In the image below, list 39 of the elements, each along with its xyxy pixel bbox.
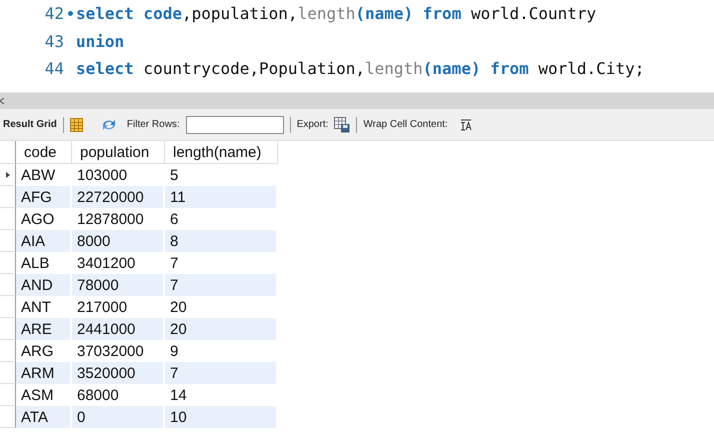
line-number: 43: [44, 32, 64, 51]
table-cell: ARE: [16, 318, 72, 340]
table-cell: 20: [165, 318, 278, 340]
column-header[interactable]: length(name): [165, 141, 278, 164]
table-cell: AIA: [16, 230, 72, 252]
row-header[interactable]: [0, 164, 16, 186]
table-cell: 8000: [72, 230, 165, 252]
table-cell: AFG: [16, 186, 72, 208]
line-number: 44: [44, 59, 64, 78]
wrap-cell-content-label: Wrap Cell Content:: [363, 119, 448, 130]
export-label: Export:: [296, 119, 328, 130]
table-cell: 0: [72, 406, 165, 428]
table-cell: 8: [165, 230, 278, 252]
table-cell: 11: [165, 186, 278, 208]
column-header[interactable]: code: [16, 141, 72, 164]
table-cell: ARM: [16, 362, 72, 384]
collapse-icon[interactable]: [0, 98, 5, 104]
table-cell: AND: [16, 274, 72, 296]
code-line: select countrycode,Population,length(name) from world.City;: [76, 59, 644, 78]
result-grid-label: Result Grid: [3, 119, 57, 130]
code-line: select code,population,length(name) from world.Country: [76, 4, 596, 24]
table-cell: 22720000: [72, 186, 165, 208]
filter-rows-label: Filter Rows:: [126, 119, 180, 130]
table-cell: 10: [165, 406, 278, 428]
current-row-icon: [6, 172, 10, 178]
table-cell: 7: [165, 362, 278, 384]
grid-icon[interactable]: [70, 118, 83, 132]
table-cell: 7: [165, 274, 278, 296]
column-header[interactable]: population: [72, 141, 165, 164]
wrap-text-icon[interactable]: [460, 118, 472, 130]
table-cell: 2441000: [72, 318, 165, 340]
table-cell: ATA: [16, 406, 72, 428]
refresh-icon[interactable]: [100, 118, 117, 132]
code-line: union: [76, 32, 124, 51]
table-cell: 3520000: [72, 362, 165, 384]
export-icon[interactable]: [334, 116, 350, 132]
filter-rows-field[interactable]: [186, 116, 284, 134]
table-cell: 78000: [72, 274, 165, 296]
line-number: 42: [44, 4, 64, 24]
